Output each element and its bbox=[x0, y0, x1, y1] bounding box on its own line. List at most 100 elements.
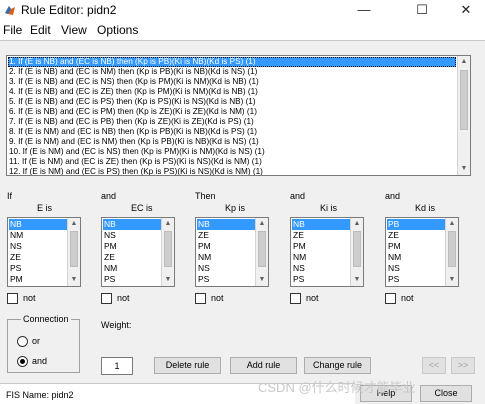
list-scrollbar[interactable]: ▲ ▼ bbox=[255, 218, 268, 286]
membership-function-item[interactable]: PM bbox=[292, 241, 350, 252]
membership-function-item[interactable]: NM bbox=[103, 263, 161, 274]
scroll-down-icon[interactable]: ▼ bbox=[256, 274, 268, 286]
not-checkbox[interactable] bbox=[195, 293, 206, 304]
membership-function-item[interactable]: NM bbox=[292, 252, 350, 263]
scroll-down-icon[interactable]: ▼ bbox=[446, 274, 458, 286]
membership-function-item[interactable]: PM bbox=[197, 241, 255, 252]
close-button[interactable]: Close bbox=[420, 385, 472, 402]
membership-function-item[interactable]: PB bbox=[387, 219, 445, 230]
menu-options[interactable]: Options bbox=[97, 23, 138, 37]
membership-function-item[interactable]: NM bbox=[9, 230, 67, 241]
list-scrollbar[interactable]: ▲ ▼ bbox=[161, 218, 174, 286]
scroll-up-icon[interactable]: ▲ bbox=[458, 56, 470, 68]
membership-function-item[interactable]: PM bbox=[387, 241, 445, 252]
menu-view[interactable]: View bbox=[61, 23, 87, 37]
not-checkbox[interactable] bbox=[385, 293, 396, 304]
scroll-thumb[interactable] bbox=[258, 231, 266, 267]
membership-function-item[interactable]: NS bbox=[387, 263, 445, 274]
rule-list-scrollbar[interactable]: ▲ ▼ bbox=[457, 56, 470, 175]
rule-row[interactable]: 12. If (E is NM) and (EC is PS) then (Kp… bbox=[8, 167, 456, 175]
membership-function-item[interactable]: PB bbox=[197, 285, 255, 286]
change-rule-button[interactable]: Change rule bbox=[304, 357, 371, 374]
membership-function-item[interactable]: NS bbox=[292, 263, 350, 274]
previous-rule-button[interactable]: << bbox=[422, 357, 446, 374]
scroll-down-icon[interactable]: ▼ bbox=[351, 274, 363, 286]
radio-or[interactable] bbox=[17, 336, 28, 347]
scroll-thumb[interactable] bbox=[164, 231, 172, 267]
membership-function-item[interactable]: NB bbox=[292, 219, 350, 230]
not-checkbox[interactable] bbox=[101, 293, 112, 304]
membership-function-item[interactable]: PB bbox=[292, 285, 350, 286]
membership-function-list[interactable]: NBZEPMNMNSPSPB▲▼ bbox=[195, 217, 269, 287]
membership-function-item[interactable]: NB bbox=[197, 219, 255, 230]
membership-function-item[interactable]: PS bbox=[292, 274, 350, 285]
membership-function-item[interactable]: ZE bbox=[103, 252, 161, 263]
membership-function-list[interactable]: NBNSPMZENMPSPB▲▼ bbox=[101, 217, 175, 287]
membership-function-item[interactable]: PS bbox=[197, 274, 255, 285]
membership-function-item[interactable]: PB bbox=[9, 285, 67, 286]
not-checkbox[interactable] bbox=[7, 293, 18, 304]
membership-function-item[interactable]: PB bbox=[103, 285, 161, 286]
scroll-down-icon[interactable]: ▼ bbox=[162, 274, 174, 286]
rule-list[interactable]: 1. If (E is NB) and (EC is NB) then (Kp … bbox=[6, 55, 471, 176]
membership-function-item[interactable]: NM bbox=[197, 252, 255, 263]
membership-function-item[interactable]: ZE bbox=[9, 252, 67, 263]
scroll-down-icon[interactable]: ▼ bbox=[68, 274, 80, 286]
scroll-up-icon[interactable]: ▲ bbox=[162, 218, 174, 230]
not-checkbox[interactable] bbox=[290, 293, 301, 304]
list-scrollbar[interactable]: ▲ ▼ bbox=[445, 218, 458, 286]
rule-row[interactable]: 7. If (E is NB) and (EC is PB) then (Kp … bbox=[8, 117, 456, 127]
membership-function-list[interactable]: NBNMNSZEPSPMPB▲▼ bbox=[7, 217, 81, 287]
rule-row[interactable]: 1. If (E is NB) and (EC is NB) then (Kp … bbox=[8, 57, 456, 67]
maximize-icon[interactable]: ☐ bbox=[399, 0, 445, 20]
rule-row[interactable]: 8. If (E is NM) and (EC is NB) then (Kp … bbox=[8, 127, 456, 137]
scroll-thumb[interactable] bbox=[353, 231, 361, 267]
membership-function-item[interactable]: NB bbox=[9, 219, 67, 230]
list-scrollbar[interactable]: ▲ ▼ bbox=[350, 218, 363, 286]
variable-label: E is bbox=[37, 203, 53, 213]
membership-function-item[interactable]: NS bbox=[197, 263, 255, 274]
delete-rule-button[interactable]: Delete rule bbox=[154, 357, 221, 374]
membership-function-item[interactable]: NB bbox=[103, 219, 161, 230]
scroll-up-icon[interactable]: ▲ bbox=[256, 218, 268, 230]
menu-edit[interactable]: Edit bbox=[30, 23, 51, 37]
rule-row[interactable]: 4. If (E is NB) and (EC is ZE) then (Kp … bbox=[8, 87, 456, 97]
membership-function-item[interactable]: PS bbox=[103, 274, 161, 285]
menu-file[interactable]: File bbox=[3, 23, 22, 37]
add-rule-button[interactable]: Add rule bbox=[230, 357, 297, 374]
rule-row[interactable]: 2. If (E is NB) and (EC is NM) then (Kp … bbox=[8, 67, 456, 77]
connection-group: Connection or and bbox=[7, 314, 80, 373]
membership-function-item[interactable]: PM bbox=[9, 274, 67, 285]
scroll-up-icon[interactable]: ▲ bbox=[68, 218, 80, 230]
rule-row[interactable]: 5. If (E is NB) and (EC is PS) then (Kp … bbox=[8, 97, 456, 107]
membership-function-item[interactable]: PB bbox=[387, 285, 445, 286]
list-scrollbar[interactable]: ▲ ▼ bbox=[67, 218, 80, 286]
scroll-down-icon[interactable]: ▼ bbox=[458, 163, 470, 175]
membership-function-item[interactable]: NS bbox=[103, 230, 161, 241]
membership-function-item[interactable]: ZE bbox=[387, 230, 445, 241]
scroll-up-icon[interactable]: ▲ bbox=[446, 218, 458, 230]
membership-function-item[interactable]: ZE bbox=[197, 230, 255, 241]
rule-row[interactable]: 9. If (E is NM) and (EC is NM) then (Kp … bbox=[8, 137, 456, 147]
radio-and[interactable] bbox=[17, 356, 28, 367]
membership-function-list[interactable]: NBZEPMNMNSPSPB▲▼ bbox=[290, 217, 364, 287]
scroll-thumb[interactable] bbox=[448, 231, 456, 267]
membership-function-item[interactable]: ZE bbox=[292, 230, 350, 241]
membership-function-item[interactable]: PS bbox=[9, 263, 67, 274]
next-rule-button[interactable]: >> bbox=[451, 357, 475, 374]
rule-row[interactable]: 10. If (E is NM) and (EC is NS) then (Kp… bbox=[8, 147, 456, 157]
membership-function-item[interactable]: PS bbox=[387, 274, 445, 285]
scroll-thumb[interactable] bbox=[460, 70, 468, 130]
close-window-icon[interactable]: ✕ bbox=[443, 0, 485, 20]
rule-row[interactable]: 6. If (E is NB) and (EC is PM) then (Kp … bbox=[8, 107, 456, 117]
scroll-thumb[interactable] bbox=[70, 231, 78, 267]
rule-row[interactable]: 3. If (E is NB) and (EC is NS) then (Kp … bbox=[8, 77, 456, 87]
membership-function-item[interactable]: NS bbox=[9, 241, 67, 252]
membership-function-list[interactable]: PBZEPMNMNSPSPB▲▼ bbox=[385, 217, 459, 287]
scroll-up-icon[interactable]: ▲ bbox=[351, 218, 363, 230]
minimize-icon[interactable]: — bbox=[341, 0, 387, 20]
rule-row[interactable]: 11. If (E is NM) and (EC is ZE) then (Kp… bbox=[8, 157, 456, 167]
weight-input[interactable]: 1 bbox=[101, 357, 133, 375]
membership-function-item[interactable]: NM bbox=[387, 252, 445, 263]
membership-function-item[interactable]: PM bbox=[103, 241, 161, 252]
